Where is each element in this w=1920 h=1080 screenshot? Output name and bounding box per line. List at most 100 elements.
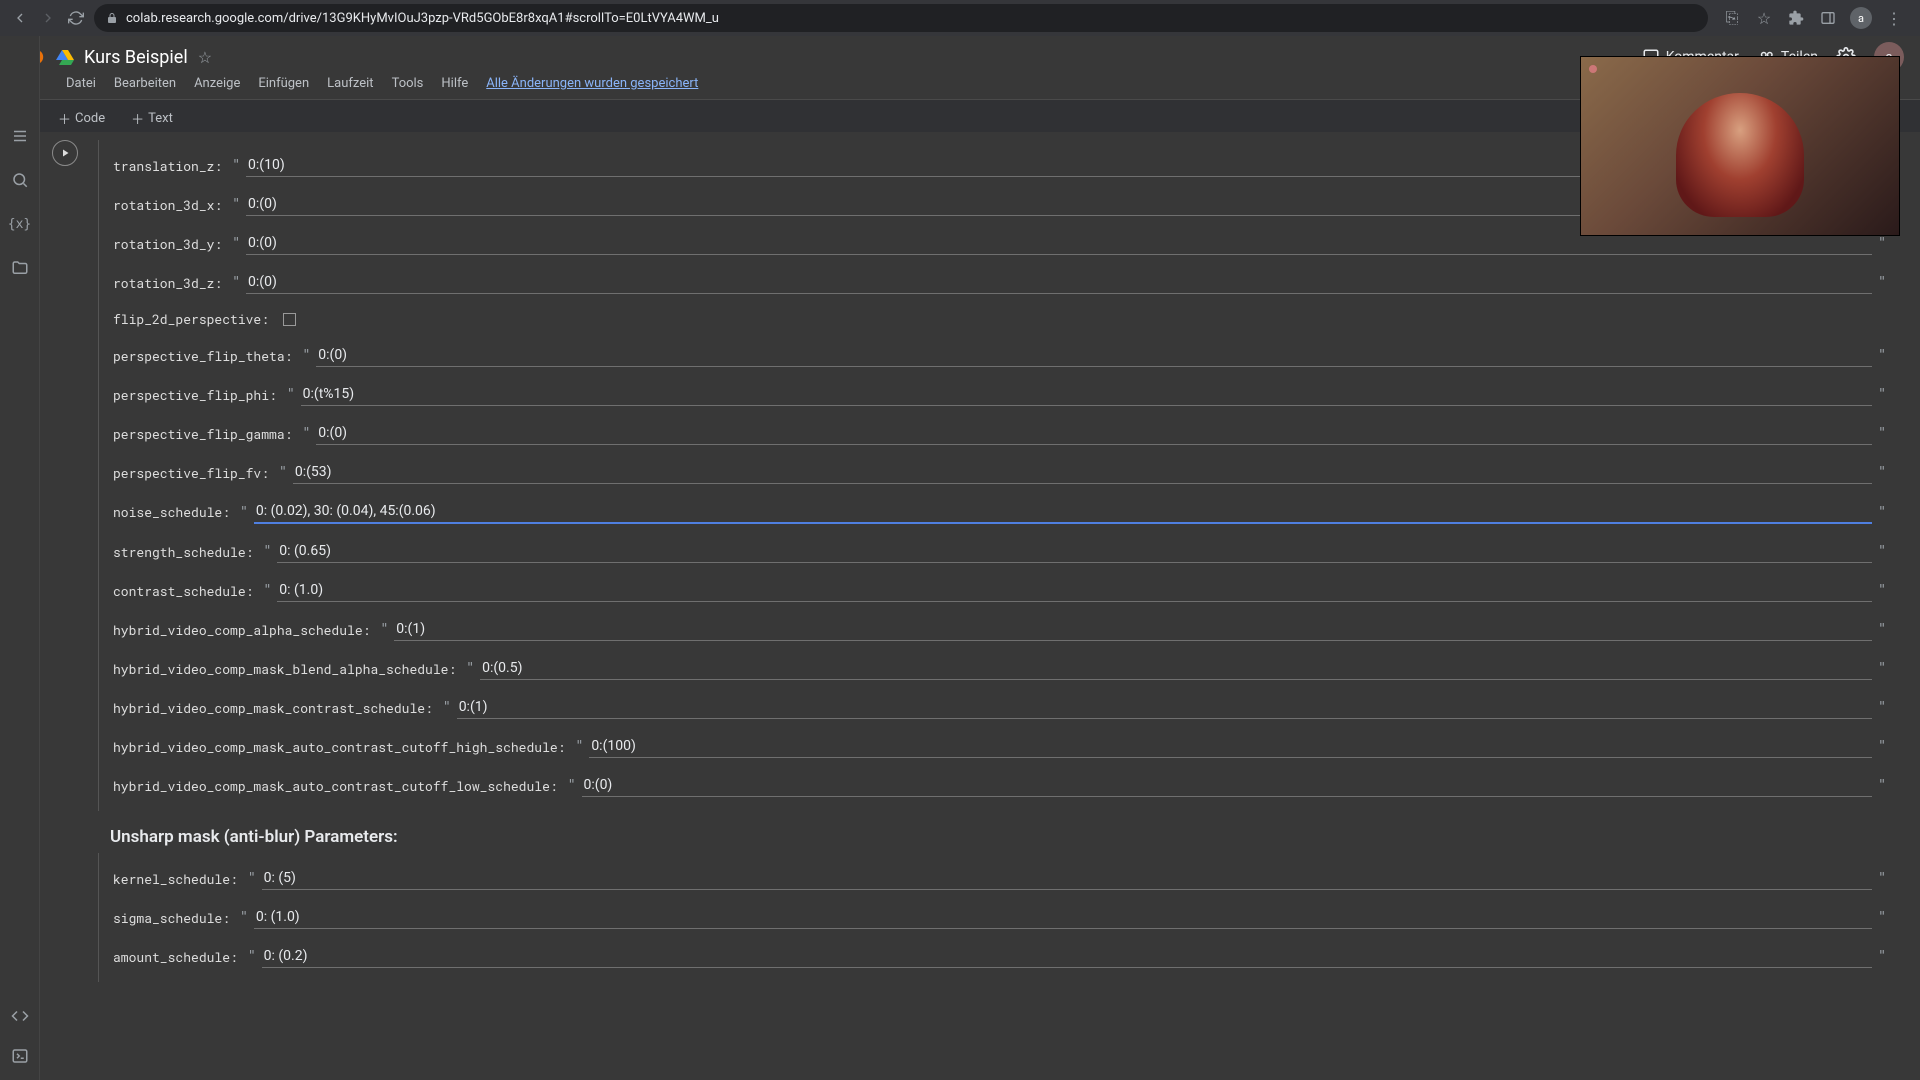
quote: " (380, 622, 388, 637)
form-label: sigma_schedule: (113, 909, 230, 927)
quote: " (1878, 236, 1886, 251)
form-row: perspective_flip_phi:"" (99, 375, 1900, 414)
add-text-button[interactable]: ＋ Text (121, 105, 183, 132)
form-input[interactable] (457, 696, 1872, 719)
left-sidebar: {x} (0, 36, 40, 1080)
browser-menu-icon[interactable]: ⋮ (1884, 8, 1904, 28)
form-label: hybrid_video_comp_alpha_schedule: (113, 621, 370, 639)
side-panel-icon[interactable] (1818, 8, 1838, 28)
form-row: flip_2d_perspective: (99, 302, 1900, 336)
quote: " (1878, 583, 1886, 598)
quote: " (287, 387, 295, 402)
form-row: hybrid_video_comp_mask_blend_alpha_sched… (99, 649, 1900, 688)
form-row: contrast_schedule: " " (99, 571, 1900, 610)
files-icon[interactable] (10, 258, 30, 278)
notebook-title[interactable]: Kurs Beispiel (84, 47, 188, 68)
form-input[interactable] (316, 344, 1872, 367)
quote: " (248, 949, 256, 964)
menu-laufzeit[interactable]: Laufzeit (327, 76, 373, 91)
form-label: contrast_schedule: (113, 582, 253, 600)
quote: " (1878, 544, 1886, 559)
star-icon[interactable]: ☆ (198, 48, 212, 67)
menu-bearbeiten[interactable]: Bearbeiten (114, 76, 176, 91)
quote: " (302, 348, 310, 363)
form-label: flip_2d_perspective: (113, 310, 269, 328)
code-snippets-icon[interactable] (10, 1006, 30, 1026)
browser-tab-bar: colab.research.google.com/drive/13G9KHyM… (0, 0, 1920, 36)
toc-icon[interactable] (10, 126, 30, 146)
bookmark-star-icon[interactable]: ☆ (1754, 8, 1774, 28)
form-label: hybrid_video_comp_mask_auto_contrast_cut… (113, 738, 565, 756)
quote: " (232, 158, 240, 173)
terminal-icon[interactable] (10, 1046, 30, 1066)
quote: " (232, 197, 240, 212)
form-input[interactable] (262, 945, 1873, 968)
form-input[interactable] (254, 906, 1872, 929)
form-input[interactable] (254, 500, 1872, 524)
form-input[interactable] (589, 735, 1872, 758)
reload-icon[interactable] (66, 8, 86, 28)
checkbox[interactable] (283, 313, 296, 326)
form-label: rotation_3d_z: (113, 274, 222, 292)
section-heading: Unsharp mask (anti-blur) Parameters: (70, 811, 1900, 853)
quote: " (1878, 275, 1886, 290)
back-icon[interactable] (10, 8, 30, 28)
form-label: strength_schedule: (113, 543, 253, 561)
form-row: hybrid_video_comp_mask_auto_contrast_cut… (99, 766, 1900, 805)
quote: " (1878, 426, 1886, 441)
form-input[interactable] (582, 774, 1873, 797)
form-label: hybrid_video_comp_mask_contrast_schedule… (113, 699, 433, 717)
recording-indicator-icon (1589, 65, 1597, 73)
add-code-button[interactable]: ＋ Code (48, 105, 115, 132)
save-status[interactable]: Alle Änderungen wurden gespeichert (486, 76, 698, 91)
form-row: perspective_flip_gamma:"" (99, 414, 1900, 453)
webcam-overlay (1580, 56, 1900, 236)
quote: " (466, 661, 474, 676)
search-icon[interactable] (10, 170, 30, 190)
menu-datei[interactable]: Datei (66, 76, 96, 91)
notebook-main[interactable]: ↑ ↓ ⌘ ✎ ⧉ 🗑 ⋮ translation_z:""rotation_3… (40, 132, 1920, 1080)
quote: " (1878, 348, 1886, 363)
quote: " (1878, 465, 1886, 480)
form-input[interactable] (277, 540, 1872, 563)
form-label: kernel_schedule: (113, 870, 238, 888)
quote: " (263, 544, 271, 559)
form-block-2: kernel_schedule:""sigma_schedule:""amoun… (98, 853, 1900, 982)
menu-hilfe[interactable]: Hilfe (441, 76, 468, 91)
quote: " (279, 465, 287, 480)
form-row: noise_schedule: " " (99, 492, 1900, 532)
form-input[interactable] (394, 618, 1872, 641)
form-label: noise_schedule: (113, 503, 230, 521)
quote: " (1878, 505, 1886, 520)
drive-icon[interactable] (56, 48, 74, 66)
quote: " (575, 739, 583, 754)
translate-icon[interactable]: ⎘ (1722, 8, 1742, 28)
form-input[interactable] (301, 383, 1873, 406)
url-text: colab.research.google.com/drive/13G9KHyM… (126, 11, 719, 26)
form-label: perspective_flip_phi: (113, 386, 277, 404)
quote: " (1878, 700, 1886, 715)
quote: " (1878, 949, 1886, 964)
quote: " (240, 505, 248, 520)
form-input[interactable] (316, 422, 1872, 445)
menu-einfuegen[interactable]: Einfügen (258, 76, 309, 91)
form-input[interactable] (480, 657, 1872, 680)
form-block: translation_z:""rotation_3d_x:""rotation… (98, 140, 1900, 811)
address-bar[interactable]: colab.research.google.com/drive/13G9KHyM… (94, 4, 1708, 32)
menu-tools[interactable]: Tools (392, 76, 424, 91)
form-input[interactable] (262, 867, 1873, 890)
form-input[interactable] (293, 461, 1872, 484)
form-row: hybrid_video_comp_mask_auto_contrast_cut… (99, 727, 1900, 766)
forward-icon[interactable] (38, 8, 58, 28)
variables-icon[interactable]: {x} (10, 214, 30, 234)
form-row: hybrid_video_comp_alpha_schedule: " " (99, 610, 1900, 649)
lock-icon (106, 12, 118, 24)
run-cell-button[interactable] (52, 140, 78, 166)
extensions-icon[interactable] (1786, 8, 1806, 28)
form-input[interactable] (246, 271, 1872, 294)
quote: " (263, 583, 271, 598)
form-input[interactable] (277, 579, 1872, 602)
quote: " (1878, 622, 1886, 637)
menu-anzeige[interactable]: Anzeige (194, 76, 240, 91)
browser-avatar[interactable]: a (1850, 7, 1872, 29)
